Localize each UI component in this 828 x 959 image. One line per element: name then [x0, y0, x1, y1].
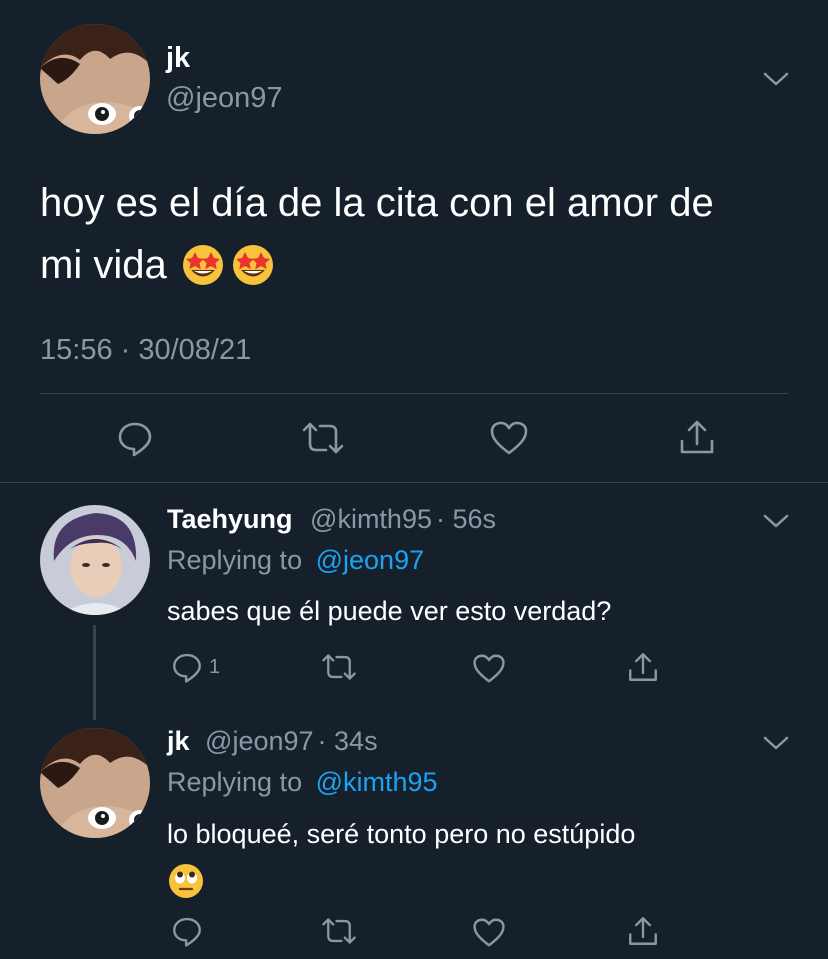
share-icon[interactable]	[677, 417, 717, 457]
avatar-jk[interactable]	[40, 728, 150, 838]
avatar-jk[interactable]	[40, 24, 150, 134]
main-tweet-text-line2: mi vida	[40, 243, 167, 287]
share-icon[interactable]	[626, 650, 660, 684]
retweet-icon[interactable]	[320, 916, 358, 946]
heart-icon[interactable]	[489, 420, 529, 456]
reply-icon[interactable]	[170, 650, 204, 684]
main-handle[interactable]: @jeon97	[166, 82, 283, 115]
reply2-display-name[interactable]: jk	[167, 726, 190, 756]
reply2-replying-to-link[interactable]: @kimth95	[316, 767, 438, 797]
reply2-replying-to: Replying to @kimth95	[167, 767, 438, 798]
chevron-down-icon[interactable]	[762, 512, 790, 530]
eye-roll-emoji	[167, 862, 205, 905]
section-divider	[0, 482, 828, 483]
star-struck-emoji	[181, 243, 275, 287]
reply-icon[interactable]	[115, 418, 155, 458]
reply-icon[interactable]	[170, 914, 204, 948]
reply1-reply-count: 1	[209, 656, 221, 678]
main-tweet-text: hoy es el día de la cita con el amor de …	[40, 172, 800, 296]
reply1-header: Taehyung @kimth95 · 56s	[167, 504, 496, 535]
thread-line	[93, 625, 96, 720]
reply2-handle[interactable]: @jeon97	[205, 726, 314, 756]
reply2-age[interactable]: · 34s	[318, 726, 378, 756]
retweet-icon[interactable]	[300, 420, 346, 456]
main-timestamp[interactable]: 15:56 · 30/08/21	[40, 334, 251, 367]
reply1-text: sabes que él puede ver esto verdad?	[167, 596, 612, 626]
retweet-icon[interactable]	[320, 652, 358, 682]
main-tweet-text-line1: hoy es el día de la cita con el amor de	[40, 181, 714, 225]
heart-icon[interactable]	[472, 653, 506, 684]
reply1-handle[interactable]: @kimth95	[310, 504, 432, 534]
reply2-text: lo bloqueé, seré tonto pero no estúpido	[167, 819, 636, 849]
share-icon[interactable]	[626, 914, 660, 948]
reply1-replying-prefix: Replying to	[167, 545, 303, 575]
reply1-replying-to-link[interactable]: @jeon97	[316, 545, 425, 575]
avatar-taehyung[interactable]	[40, 505, 150, 615]
divider	[40, 393, 788, 394]
reply2-replying-prefix: Replying to	[167, 767, 303, 797]
reply1-age[interactable]: · 56s	[436, 504, 496, 534]
heart-icon[interactable]	[472, 917, 506, 948]
reply1-display-name[interactable]: Taehyung	[167, 504, 293, 534]
chevron-down-icon[interactable]	[762, 70, 790, 88]
reply2-header: jk @jeon97 · 34s	[167, 726, 378, 757]
main-display-name[interactable]: jk	[166, 42, 190, 75]
reply1-replying-to: Replying to @jeon97	[167, 545, 424, 576]
chevron-down-icon[interactable]	[762, 734, 790, 752]
